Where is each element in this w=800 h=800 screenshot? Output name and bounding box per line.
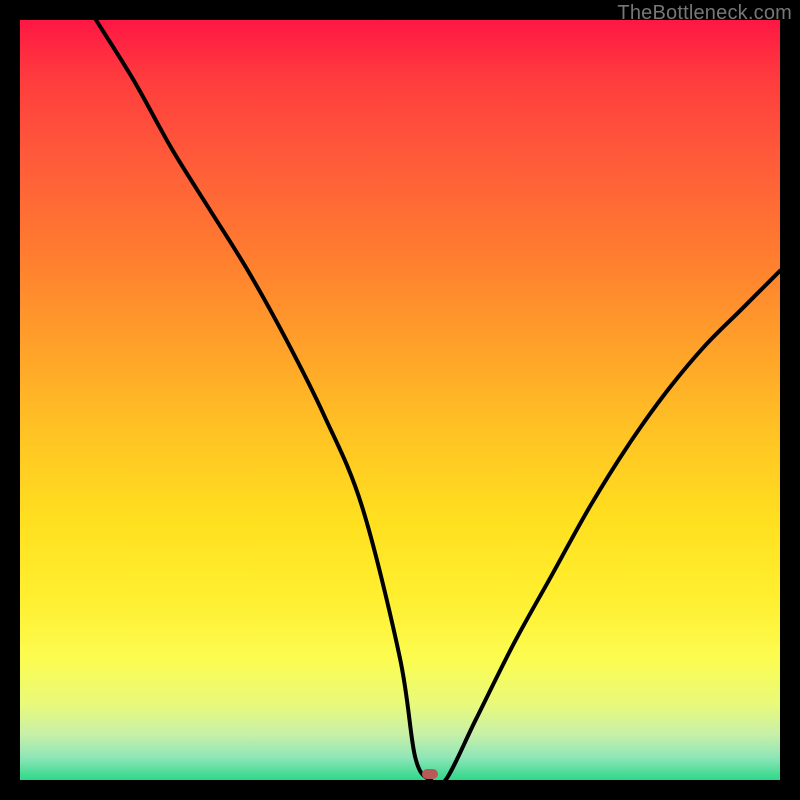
watermark-text: TheBottleneck.com <box>617 2 792 25</box>
plot-area <box>20 20 780 780</box>
minimum-marker <box>422 769 438 779</box>
chart-frame: TheBottleneck.com <box>0 0 800 800</box>
bottleneck-curve <box>20 20 780 780</box>
